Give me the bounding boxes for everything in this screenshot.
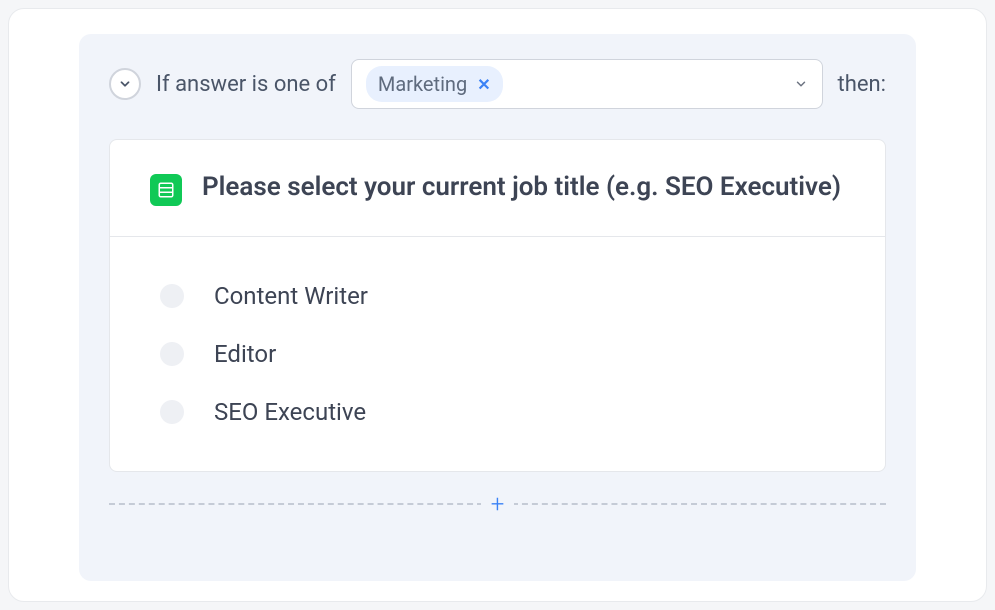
condition-row: If answer is one of Marketing ✕ then:: [109, 59, 886, 109]
radio-icon: [160, 284, 184, 308]
chevron-down-icon: [118, 77, 132, 91]
options-list: Content Writer Editor SEO Executive: [110, 237, 885, 471]
option-item[interactable]: Content Writer: [160, 267, 845, 325]
outer-card: If answer is one of Marketing ✕ then: Pl…: [8, 8, 987, 602]
condition-tag: Marketing ✕: [366, 66, 503, 102]
dropdown-question-type-icon: [150, 174, 182, 206]
radio-icon: [160, 400, 184, 424]
remove-tag-icon[interactable]: ✕: [477, 75, 490, 94]
question-title[interactable]: Please select your current job title (e.…: [202, 170, 841, 205]
add-rule-row: +: [109, 490, 886, 518]
divider-line: [109, 503, 483, 505]
add-rule-button[interactable]: +: [481, 490, 515, 518]
chevron-down-icon: [794, 77, 808, 91]
option-item[interactable]: Editor: [160, 325, 845, 383]
condition-suffix-text: then:: [838, 72, 886, 97]
option-item[interactable]: SEO Executive: [160, 383, 845, 441]
dropdown-toggle[interactable]: [794, 77, 808, 91]
option-label: SEO Executive: [214, 398, 366, 426]
question-header: Please select your current job title (e.…: [110, 140, 885, 237]
condition-prefix-text: If answer is one of: [156, 72, 336, 97]
condition-tag-label: Marketing: [378, 72, 467, 96]
condition-tag-input[interactable]: Marketing ✕: [351, 59, 823, 109]
option-label: Editor: [214, 340, 276, 368]
question-card: Please select your current job title (e.…: [109, 139, 886, 472]
divider-line: [512, 503, 886, 505]
radio-icon: [160, 342, 184, 366]
option-label: Content Writer: [214, 282, 368, 310]
expand-toggle-button[interactable]: [109, 68, 141, 100]
logic-rule-panel: If answer is one of Marketing ✕ then: Pl…: [79, 34, 916, 581]
